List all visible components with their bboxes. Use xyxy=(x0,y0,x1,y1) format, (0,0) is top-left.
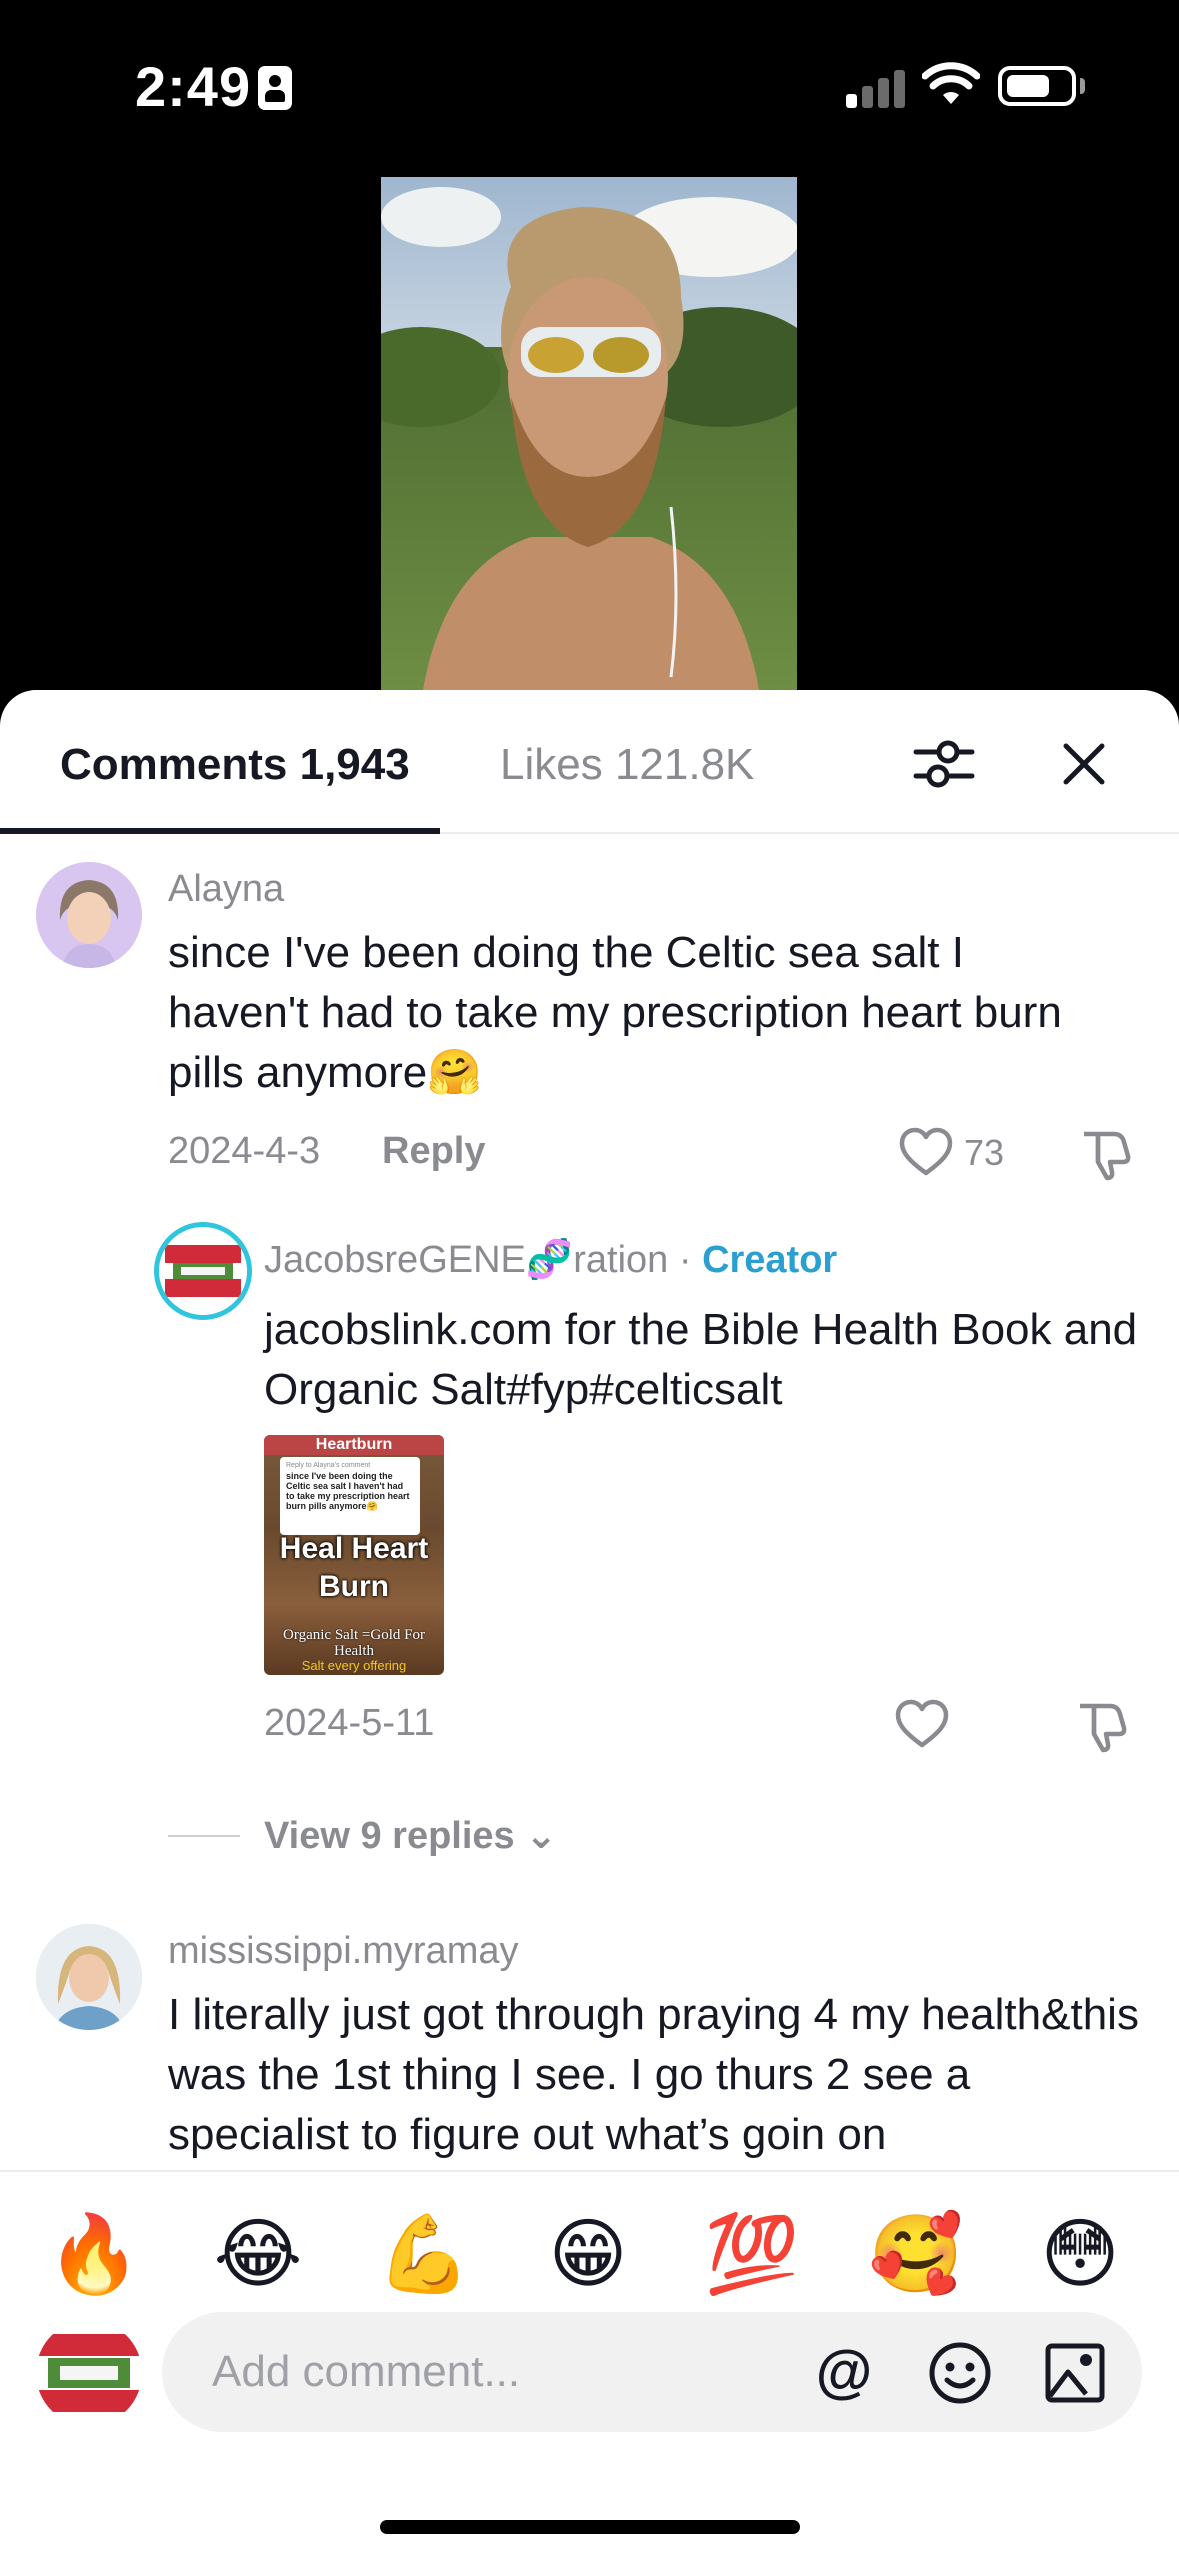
current-user-avatar[interactable] xyxy=(36,2320,142,2426)
creator-username-prefix: JacobsreGENE xyxy=(264,1239,526,1281)
comment-input[interactable] xyxy=(212,2342,712,2402)
signal-icon xyxy=(846,68,906,108)
comment-date: 2024-4-3 xyxy=(168,1130,321,1172)
status-bar: 2:49 xyxy=(0,0,1179,170)
separator: · xyxy=(668,1239,703,1281)
comment-username[interactable]: mississippi.myramay xyxy=(168,1930,518,1973)
video-frame-image xyxy=(381,177,797,702)
view-replies-button[interactable]: View 9 replies ⌄ xyxy=(264,1813,557,1858)
like-count: 73 xyxy=(964,1132,1005,1173)
creator-reply-date: 2024-5-11 xyxy=(264,1702,435,1744)
emoji-picker-icon[interactable] xyxy=(927,2340,993,2406)
comment-input-wrapper: @ xyxy=(162,2312,1142,2432)
avatar-image xyxy=(36,862,142,968)
battery-cap xyxy=(1080,78,1085,94)
creator-avatar[interactable] xyxy=(154,1222,252,1320)
creator-avatar-image xyxy=(159,1227,247,1315)
thumbnail-top-label: Heartburn xyxy=(264,1435,444,1455)
avatar[interactable] xyxy=(36,1924,142,2030)
thumbnail-card-text: since I've been doing the Celtic sea sal… xyxy=(286,1471,410,1511)
battery-icon xyxy=(998,66,1076,106)
tab-likes[interactable]: Likes 121.8K xyxy=(500,740,754,790)
creator-reply-text: jacobslink.com for the Bible Health Book… xyxy=(264,1305,1138,1414)
comments-tabs: Comments 1,943 Likes 121.8K xyxy=(0,690,1179,834)
thumbnail-reply-card: Reply to Alayna's comment since I've bee… xyxy=(280,1457,420,1535)
dislike-icon[interactable] xyxy=(1074,1698,1128,1754)
creator-badge: Creator xyxy=(702,1239,838,1281)
comment-compose-bar: 🔥 😂 💪 😁 💯 🥰 😳 @ xyxy=(0,2170,1179,2556)
quick-emoji-100[interactable]: 💯 xyxy=(702,2210,802,2300)
quick-emoji-flushed[interactable]: 😳 xyxy=(1030,2210,1130,2300)
avatar-image xyxy=(36,1924,142,2030)
quick-emoji-grin[interactable]: 😁 xyxy=(538,2210,638,2300)
comments-sheet: Comments 1,943 Likes 121.8K Alayna since… xyxy=(0,690,1179,2556)
quick-emoji-hearts[interactable]: 🥰 xyxy=(866,2210,966,2300)
reply-video-thumbnail[interactable]: Heartburn Reply to Alayna's comment sinc… xyxy=(264,1435,444,1675)
status-time: 2:49 xyxy=(135,55,252,118)
active-tab-underline xyxy=(0,828,440,834)
video-preview[interactable] xyxy=(381,177,797,702)
tab-comments[interactable]: Comments 1,943 xyxy=(60,740,410,790)
wifi-icon xyxy=(922,62,980,104)
creator-username-line[interactable]: JacobsreGENE🧬ration · Creator xyxy=(264,1238,837,1282)
quick-emoji-muscle[interactable]: 💪 xyxy=(374,2210,474,2300)
person-id-icon xyxy=(258,66,292,110)
close-icon[interactable] xyxy=(1050,730,1118,798)
reply-button[interactable]: Reply xyxy=(382,1130,485,1173)
thumbnail-bottom-sub: Salt every offering xyxy=(301,1658,407,1673)
creator-username-suffix: ration xyxy=(573,1239,669,1281)
comment-text: since I've been doing the Celtic sea sal… xyxy=(168,928,1062,1097)
quick-emoji-laugh[interactable]: 😂 xyxy=(208,2210,308,2300)
filter-icon[interactable] xyxy=(910,730,978,798)
image-icon[interactable] xyxy=(1042,2340,1108,2406)
dislike-icon[interactable] xyxy=(1078,1126,1132,1182)
quick-emoji-fire[interactable]: 🔥 xyxy=(44,2210,144,2300)
thumbnail-heading: Heal Heart Burn xyxy=(279,1532,429,1603)
dna-emoji: 🧬 xyxy=(525,1239,574,1281)
avatar[interactable] xyxy=(36,862,142,968)
comment-username[interactable]: Alayna xyxy=(168,868,284,911)
thumbnail-reply-to: Reply to Alayna's comment xyxy=(286,1462,371,1469)
comment-text: I literally just got through praying 4 m… xyxy=(168,1990,1139,2159)
view-replies-divider xyxy=(168,1835,240,1837)
home-indicator[interactable] xyxy=(380,2520,800,2534)
heart-icon[interactable] xyxy=(894,1698,950,1750)
thumbnail-bottom-text: Organic Salt =Gold For Health xyxy=(283,1627,425,1659)
mention-icon[interactable]: @ xyxy=(812,2340,876,2404)
current-user-avatar-image xyxy=(36,2320,142,2426)
heart-icon[interactable] xyxy=(898,1126,954,1178)
